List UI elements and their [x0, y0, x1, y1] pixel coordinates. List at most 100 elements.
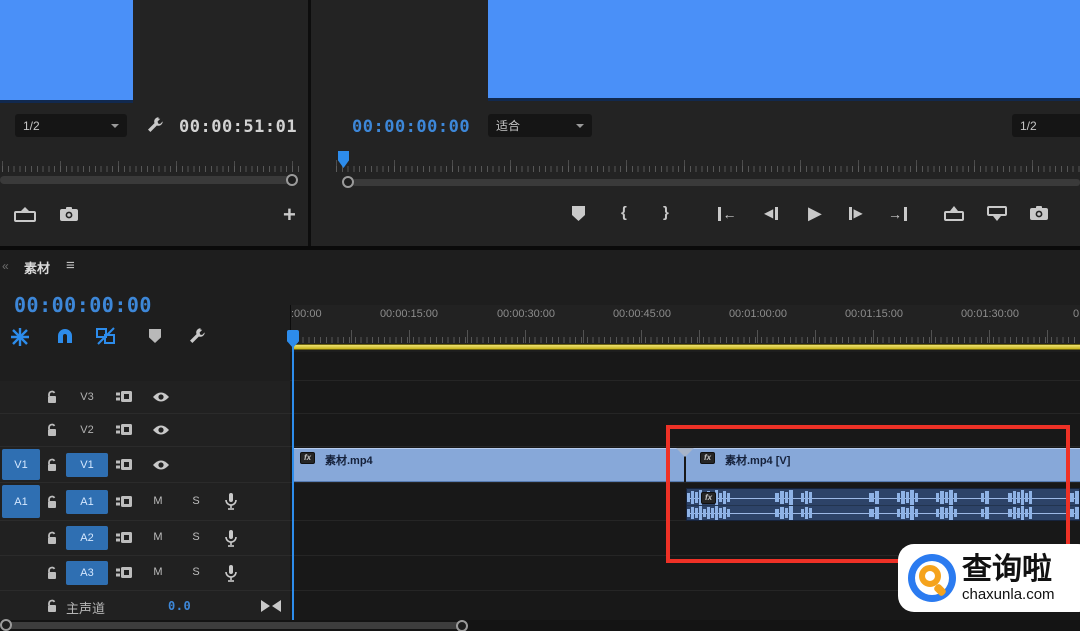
- mic-icon[interactable]: [225, 530, 237, 547]
- program-export-frame-camera-icon[interactable]: [1030, 206, 1048, 220]
- timeline-timecode[interactable]: 00:00:00:00: [14, 293, 152, 317]
- mute-toggle[interactable]: M: [150, 531, 166, 543]
- track-header-v3: V3: [0, 381, 290, 414]
- scroll-grip-left[interactable]: [0, 619, 12, 631]
- track-target-a1[interactable]: A1: [66, 490, 108, 514]
- sync-lock-icon[interactable]: [116, 532, 132, 544]
- program-monitor-video: [488, 0, 1080, 101]
- ruler-label: 00:01:15:00: [845, 308, 903, 320]
- button-editor-plus[interactable]: +: [283, 202, 296, 228]
- mute-toggle[interactable]: M: [150, 495, 166, 507]
- master-track-label: 主声道: [66, 598, 105, 617]
- source-settings-wrench-icon[interactable]: [146, 116, 164, 134]
- track-target-a3[interactable]: A3: [66, 561, 108, 585]
- track-content-empty-strip[interactable]: [290, 352, 1080, 381]
- lock-icon[interactable]: [46, 495, 58, 509]
- bowtie-keyframe-icon[interactable]: [261, 600, 281, 612]
- program-ruler-major: [336, 160, 1080, 172]
- linked-selection-icon[interactable]: [96, 327, 116, 345]
- timeline-playhead-line[interactable]: [292, 346, 294, 620]
- ruler-label: 00:00:30:00: [497, 308, 555, 320]
- ruler-label: 00:00:15:00: [380, 308, 438, 320]
- panel-menu-icon[interactable]: ≡: [66, 257, 75, 274]
- source-monitor-video: [0, 0, 133, 103]
- chevron-down-icon: [576, 124, 584, 128]
- track-target-v2[interactable]: V2: [66, 418, 108, 442]
- program-timecode[interactable]: 00:00:00:00: [352, 117, 470, 137]
- eye-toggle-icon[interactable]: [152, 459, 170, 471]
- sync-lock-icon[interactable]: [116, 496, 132, 508]
- tab-timeline-sequence[interactable]: 素材: [24, 258, 50, 277]
- fx-badge: fx: [300, 452, 315, 464]
- sync-lock-icon[interactable]: [116, 567, 132, 579]
- lock-icon[interactable]: [46, 458, 58, 472]
- sync-lock-icon[interactable]: [116, 424, 132, 436]
- source-scrollbar-grip[interactable]: [286, 174, 298, 186]
- ruler-label: :00:00: [291, 308, 322, 320]
- panel-collapse-chevron[interactable]: «: [2, 259, 9, 273]
- nest-insert-toggle-icon[interactable]: [10, 327, 30, 347]
- play-icon[interactable]: ▶: [808, 203, 822, 224]
- lock-icon[interactable]: [46, 390, 58, 404]
- insert-icon[interactable]: [14, 207, 36, 222]
- solo-toggle[interactable]: S: [188, 531, 204, 543]
- annotation-red-rectangle: [666, 425, 1070, 563]
- watermark-logo: [908, 554, 956, 602]
- solo-toggle[interactable]: S: [188, 495, 204, 507]
- premiere-workspace: 1/2 00:00:51:01 + 00:00:00:00 适合 1/2 { }…: [0, 0, 1080, 631]
- program-zoom-scrollbar[interactable]: [352, 179, 1080, 186]
- source-ruler-major: [2, 161, 302, 172]
- master-level-value[interactable]: 0.0: [168, 599, 191, 613]
- scroll-grip-right[interactable]: [456, 620, 468, 631]
- sync-lock-icon[interactable]: [116, 459, 132, 471]
- lock-icon[interactable]: [46, 531, 58, 545]
- ruler-label: 00:00:45:00: [613, 308, 671, 320]
- track-target-v3[interactable]: V3: [66, 385, 108, 409]
- source-timecode[interactable]: 00:00:51:01: [179, 117, 297, 137]
- lift-icon[interactable]: [944, 206, 964, 221]
- eye-toggle-icon[interactable]: [152, 424, 170, 436]
- source-patch-a1[interactable]: A1: [2, 485, 40, 518]
- source-resolution-dropdown[interactable]: 1/2: [15, 114, 127, 137]
- timeline-hscroll-handle[interactable]: [3, 622, 463, 629]
- watermark-title: 查询啦: [962, 555, 1055, 585]
- go-to-out-icon[interactable]: →: [888, 206, 907, 222]
- timeline-settings-wrench-icon[interactable]: [188, 327, 206, 345]
- track-header-v1: V1 V1: [0, 447, 290, 483]
- extract-icon[interactable]: [987, 206, 1007, 221]
- mic-icon[interactable]: [225, 493, 237, 510]
- source-zoom-scrollbar[interactable]: [0, 176, 297, 184]
- track-header-a1: A1 A1 M S: [0, 483, 290, 521]
- track-target-v1[interactable]: V1: [66, 453, 108, 477]
- mark-in-icon[interactable]: {: [621, 204, 627, 221]
- mute-toggle[interactable]: M: [150, 566, 166, 578]
- mic-icon[interactable]: [225, 565, 237, 582]
- panel-divider-vertical[interactable]: [308, 0, 311, 246]
- watermark-site: chaxunla.com: [962, 587, 1055, 602]
- go-to-in-icon[interactable]: ←: [718, 206, 737, 222]
- snap-magnet-icon[interactable]: [56, 327, 74, 345]
- ruler-label: 0: [1073, 308, 1079, 320]
- watermark: 查询啦 chaxunla.com: [898, 544, 1080, 612]
- program-fit-value: 适合: [496, 117, 520, 134]
- lock-icon[interactable]: [46, 599, 58, 613]
- lock-icon[interactable]: [46, 566, 58, 580]
- program-resolution-dropdown[interactable]: 1/2: [1012, 114, 1080, 137]
- lock-icon[interactable]: [46, 423, 58, 437]
- program-scrollbar-grip[interactable]: [342, 176, 354, 188]
- solo-toggle[interactable]: S: [188, 566, 204, 578]
- source-resolution-value: 1/2: [23, 119, 40, 133]
- track-target-a2[interactable]: A2: [66, 526, 108, 550]
- track-content-v3[interactable]: [290, 381, 1080, 414]
- sync-lock-icon[interactable]: [116, 391, 132, 403]
- eye-toggle-icon[interactable]: [152, 391, 170, 403]
- step-back-icon[interactable]: ◀: [764, 206, 778, 220]
- mark-out-icon[interactable]: }: [663, 204, 669, 221]
- program-fit-dropdown[interactable]: 适合: [488, 114, 592, 137]
- step-forward-icon[interactable]: ▶: [849, 206, 863, 220]
- ruler-label: 00:01:30:00: [961, 308, 1019, 320]
- clip-video-1[interactable]: fx 素材.mp4: [293, 448, 684, 482]
- source-patch-v1[interactable]: V1: [2, 449, 40, 480]
- export-frame-camera-icon[interactable]: [60, 207, 78, 221]
- program-resolution-value: 1/2: [1020, 119, 1037, 133]
